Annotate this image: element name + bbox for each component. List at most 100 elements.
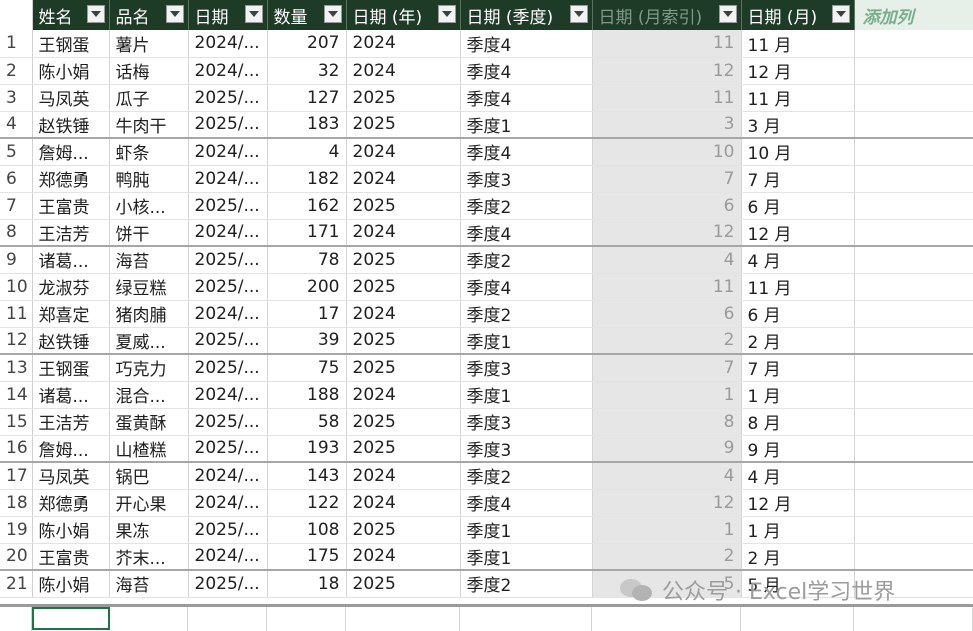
cell-qty[interactable]: 75 [267, 354, 347, 382]
cell-qty[interactable]: 193 [267, 435, 347, 463]
cell-product[interactable]: 瓜子 [109, 84, 189, 112]
cell-month[interactable]: 4 月 [741, 246, 855, 274]
cell-date[interactable]: 2024/... [188, 489, 268, 517]
cell-product[interactable]: 果冻 [109, 516, 189, 544]
cell-quarter[interactable]: 季度2 [460, 300, 593, 328]
cell-product[interactable]: 鸭肫 [109, 165, 189, 193]
cell-add[interactable] [854, 354, 973, 382]
column-header-date[interactable]: 日期 [188, 0, 268, 30]
cell-month_index[interactable]: 1 [592, 516, 742, 544]
row-number[interactable]: 11 [0, 300, 33, 328]
cell-name[interactable]: 马凤英 [32, 462, 110, 490]
cell-month_index[interactable]: 11 [592, 30, 742, 58]
cell-date[interactable]: 2025/... [188, 84, 268, 112]
cell-quarter[interactable]: 季度3 [460, 165, 593, 193]
cell-quarter[interactable]: 季度3 [460, 354, 593, 382]
cell-year[interactable]: 2024 [346, 30, 461, 58]
cell-date[interactable]: 2024/... [188, 381, 268, 409]
cell-add[interactable] [854, 84, 973, 112]
cell-quarter[interactable]: 季度1 [460, 381, 593, 409]
cell-name[interactable]: 王富贵 [32, 543, 110, 571]
cell-qty[interactable]: 127 [267, 84, 347, 112]
cell-qty[interactable]: 58 [267, 408, 347, 436]
cell-quarter[interactable]: 季度4 [460, 84, 593, 112]
cell-name[interactable]: 马凤英 [32, 84, 110, 112]
cell-month_index[interactable]: 8 [592, 408, 742, 436]
cell-name[interactable]: 陈小娟 [32, 516, 110, 544]
cell-year[interactable]: 2025 [346, 327, 461, 355]
row-number[interactable]: 2 [0, 57, 33, 85]
cell-name[interactable]: 龙淑芬 [32, 273, 110, 301]
row-number[interactable]: 9 [0, 246, 33, 274]
cell-product[interactable]: 海苔 [109, 246, 189, 274]
cell-month_index[interactable]: 2 [592, 327, 742, 355]
cell-add[interactable] [854, 489, 973, 517]
cell-month[interactable]: 11 月 [741, 273, 855, 301]
cell-add[interactable] [854, 219, 973, 247]
cell-add[interactable] [854, 111, 973, 139]
cell-product[interactable]: 芥末... [109, 543, 189, 571]
cell-month_index[interactable]: 11 [592, 84, 742, 112]
cell-year[interactable]: 2024 [346, 165, 461, 193]
filter-dropdown-icon[interactable] [831, 5, 850, 23]
cell-qty[interactable]: 108 [267, 516, 347, 544]
cell-name[interactable]: 郑德勇 [32, 489, 110, 517]
row-number[interactable]: 21 [0, 570, 33, 598]
cell-name[interactable]: 王洁芳 [32, 408, 110, 436]
cell-add[interactable] [854, 516, 973, 544]
cell-add[interactable] [854, 300, 973, 328]
cell-date[interactable]: 2025/... [188, 516, 268, 544]
cell-name[interactable]: 王富贵 [32, 192, 110, 220]
cell-month[interactable]: 9 月 [741, 435, 855, 463]
cell-qty[interactable]: 143 [267, 462, 347, 490]
cell-year[interactable]: 2025 [346, 570, 461, 598]
cell-month[interactable]: 2 月 [741, 327, 855, 355]
cell-qty[interactable]: 162 [267, 192, 347, 220]
cell-year[interactable]: 2024 [346, 219, 461, 247]
cell-name[interactable]: 郑喜定 [32, 300, 110, 328]
empty-cell[interactable] [592, 607, 741, 631]
cell-month_index[interactable]: 11 [592, 273, 742, 301]
cell-month_index[interactable]: 7 [592, 165, 742, 193]
row-number[interactable]: 20 [0, 543, 33, 571]
cell-quarter[interactable]: 季度4 [460, 138, 593, 166]
cell-qty[interactable]: 188 [267, 381, 347, 409]
cell-name[interactable]: 陈小娟 [32, 570, 110, 598]
column-header-quarter[interactable]: 日期 (季度) [460, 0, 593, 30]
cell-name[interactable]: 诸葛... [32, 246, 110, 274]
cell-add[interactable] [854, 381, 973, 409]
row-number[interactable]: 14 [0, 381, 33, 409]
cell-date[interactable]: 2025/... [188, 408, 268, 436]
cell-product[interactable]: 绿豆糕 [109, 273, 189, 301]
cell-name[interactable]: 詹姆... [32, 138, 110, 166]
cell-qty[interactable]: 4 [267, 138, 347, 166]
cell-month[interactable]: 11 月 [741, 30, 855, 58]
filter-dropdown-icon[interactable] [86, 5, 105, 23]
filter-dropdown-icon[interactable] [323, 5, 342, 23]
cell-product[interactable]: 小核... [109, 192, 189, 220]
cell-qty[interactable]: 18 [267, 570, 347, 598]
column-header-product[interactable]: 品名 [109, 0, 189, 30]
cell-add[interactable] [854, 462, 973, 490]
cell-name[interactable]: 王钢蛋 [32, 354, 110, 382]
cell-quarter[interactable]: 季度4 [460, 30, 593, 58]
cell-quarter[interactable]: 季度2 [460, 462, 593, 490]
empty-cell[interactable] [460, 607, 592, 631]
cell-add[interactable] [854, 57, 973, 85]
cell-product[interactable]: 山楂糕 [109, 435, 189, 463]
column-header-name[interactable]: 姓名 [32, 0, 110, 30]
cell-quarter[interactable]: 季度4 [460, 219, 593, 247]
empty-cell[interactable] [109, 607, 188, 631]
cell-month[interactable]: 10 月 [741, 138, 855, 166]
cell-product[interactable]: 话梅 [109, 57, 189, 85]
cell-year[interactable]: 2025 [346, 435, 461, 463]
row-number[interactable]: 18 [0, 489, 33, 517]
cell-add[interactable] [854, 165, 973, 193]
active-cell-selection[interactable] [32, 607, 110, 630]
cell-month[interactable]: 12 月 [741, 57, 855, 85]
cell-date[interactable]: 2024/... [188, 300, 268, 328]
cell-qty[interactable]: 183 [267, 111, 347, 139]
cell-year[interactable]: 2024 [346, 462, 461, 490]
cell-month[interactable]: 1 月 [741, 516, 855, 544]
row-number[interactable]: 19 [0, 516, 33, 544]
